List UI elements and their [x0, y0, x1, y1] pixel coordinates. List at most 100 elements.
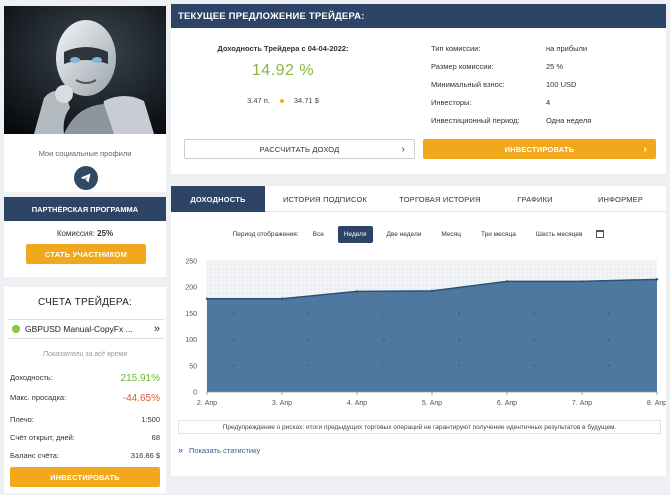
partner-program-card: ПАРТНЁРСКАЯ ПРОГРАММА Комиссия: 25% СТАТ… — [4, 197, 166, 277]
calculate-income-label: РАССЧИТАТЬ ДОХОД — [259, 144, 340, 154]
telegram-icon[interactable] — [74, 166, 98, 190]
metric-label: Макс. просадка: — [10, 393, 67, 402]
offer-detail-value: 4 — [546, 98, 551, 107]
calculate-income-button[interactable]: РАССЧИТАТЬ ДОХОД › — [184, 139, 415, 159]
metric-label: Доходность: — [10, 373, 53, 382]
x-tick-label: 7. Апр — [572, 400, 592, 407]
metric-value: 1:500 — [141, 415, 160, 424]
metric-days-open: Счёт открыт, дней: 68 — [10, 433, 160, 442]
offer-detail-key: Размер комиссии: — [431, 62, 494, 71]
grid-dot — [608, 312, 610, 315]
metric-drawdown: Макс. просадка: -44.65% — [10, 393, 160, 404]
invest-button[interactable]: ИНВЕСТИРОВАТЬ › — [423, 139, 656, 159]
period-month[interactable]: Месяц — [435, 226, 467, 243]
grid-dot — [383, 338, 385, 341]
chevron-right-icon: › — [401, 143, 405, 155]
data-point — [355, 290, 359, 293]
calendar-icon[interactable] — [596, 230, 605, 238]
grid-dot — [533, 365, 535, 367]
period-all[interactable]: Все — [307, 226, 330, 243]
grid-dot — [533, 338, 535, 341]
grid-dot — [308, 365, 310, 367]
period-label: Период отображения: — [232, 230, 299, 238]
metric-label: Счёт открыт, дней: — [10, 433, 75, 442]
data-point — [505, 280, 509, 283]
period-six-months[interactable]: Шесть месяцев — [530, 226, 589, 243]
metric-leverage: Плечо: 1:500 — [10, 415, 160, 424]
risk-warning: Предупреждение о рисках: итоги предыдущи… — [178, 420, 661, 434]
tab-bar: ДОХОДНОСТЬ ИСТОРИЯ ПОДПИСОК ТОРГОВАЯ ИСТ… — [171, 186, 666, 212]
grid-dot — [458, 365, 460, 367]
partner-commission-value: 25% — [97, 229, 114, 238]
grid-dot — [608, 365, 610, 367]
offer-detail-key: Тип комиссии: — [431, 44, 481, 53]
partner-commission: Комиссия: 25% — [4, 229, 166, 238]
y-tick-label: 150 — [185, 311, 197, 318]
x-tick-label: 4. Апр — [347, 400, 367, 407]
offer-detail-value: 25 % — [546, 62, 564, 71]
x-tick-label: 2. Апр — [197, 400, 217, 407]
grid-dot — [383, 365, 385, 367]
partner-program-title: ПАРТНЁРСКАЯ ПРОГРАММА — [4, 197, 166, 221]
tab-charts[interactable]: ГРАФИКИ — [495, 186, 575, 212]
metric-yield: Доходность: 215.91% — [10, 373, 160, 384]
offer-yield-value: 14.92 % — [251, 62, 315, 79]
tab-yield[interactable]: ДОХОДНОСТЬ — [171, 186, 265, 212]
grid-dot — [458, 312, 460, 315]
offer-title: ТЕКУЩЕЕ ПРЕДЛОЖЕНИЕ ТРЕЙДЕРА: — [171, 4, 666, 28]
data-point — [580, 280, 584, 283]
grid-dot — [233, 312, 235, 315]
period-three-months[interactable]: Три месяца — [475, 226, 522, 243]
metric-label: Баланс счёта: — [10, 451, 59, 460]
account-selector[interactable]: GBPUSD Manual-CopyFx ... » — [8, 319, 164, 339]
x-tick-label: 3. Апр — [272, 400, 292, 407]
metric-value: 215.91% — [120, 373, 160, 384]
offer-yield-label: Доходность Трейдера с 04-04-2022: — [217, 44, 349, 53]
offer-points: 3.47 п. — [247, 96, 270, 105]
x-tick-label: 5. Апр — [422, 400, 442, 407]
yield-chart: 0 50 100 150 200 250 2. Апр 3. Апр 4. Апр 5. Апр 6… — [185, 259, 666, 408]
metrics-caption: Показатели за всё время — [42, 351, 128, 358]
offer-detail-key: Минимальный взнос: — [431, 80, 505, 89]
period-week[interactable]: Неделя — [337, 225, 373, 243]
account-name: GBPUSD Manual-CopyFx ... — [25, 324, 133, 334]
grid-dot — [608, 338, 610, 341]
data-point — [655, 278, 659, 281]
grid-dot — [383, 312, 385, 315]
chevron-right-icon: › — [643, 143, 647, 155]
performance-card: ДОХОДНОСТЬ ИСТОРИЯ ПОДПИСОК ТОРГОВАЯ ИСТ… — [171, 186, 666, 476]
offer-detail-key: Инвесторы: — [431, 98, 472, 107]
trader-avatar — [4, 6, 166, 134]
x-tick-label: 8. Апр — [647, 400, 666, 407]
offer-profit-summary: 3.47 п. 34.71 $ — [183, 96, 383, 105]
trader-accounts-title: СЧЕТА ТРЕЙДЕРА: — [38, 297, 132, 308]
trader-accounts-card: СЧЕТА ТРЕЙДЕРА: GBPUSD Manual-CopyFx ...… — [4, 287, 166, 493]
double-chevron-right-icon[interactable]: » — [154, 323, 160, 335]
tab-trade-history[interactable]: ТОРГОВАЯ ИСТОРИЯ — [385, 186, 495, 212]
partner-commission-label: Комиссия: — [56, 229, 95, 238]
grid-dot — [308, 312, 310, 315]
y-tick-label: 250 — [185, 259, 197, 266]
data-point — [430, 289, 434, 293]
grid-dot — [458, 338, 460, 341]
grid-dot — [233, 338, 235, 341]
show-statistics-link[interactable]: » Показать статистику — [178, 445, 260, 455]
metric-value: -44.65% — [122, 393, 160, 404]
invest-button-account[interactable]: ИНВЕСТИРОВАТЬ — [10, 467, 160, 487]
offer-usd: 34.71 $ — [293, 96, 319, 105]
tab-subscription-history[interactable]: ИСТОРИЯ ПОДПИСОК — [265, 186, 385, 212]
social-profiles-label: Мои социальные профили — [38, 149, 132, 158]
metric-value: 316.86 $ — [130, 451, 160, 460]
profile-card: Мои социальные профили — [4, 6, 166, 192]
y-tick-label: 200 — [185, 285, 197, 292]
grid-dot — [233, 365, 235, 367]
y-tick-label: 50 — [189, 363, 197, 370]
show-statistics-label: Показать статистику — [189, 445, 261, 455]
become-member-button[interactable]: СТАТЬ УЧАСТНИКОМ — [26, 244, 146, 264]
invest-label: ИНВЕСТИРОВАТЬ — [504, 144, 575, 154]
trader-offer-card: ТЕКУЩЕЕ ПРЕДЛОЖЕНИЕ ТРЕЙДЕРА: Доходность… — [171, 4, 666, 174]
tab-informer[interactable]: ИНФОРМЕР — [575, 186, 666, 212]
offer-detail-value: на прибыли — [546, 44, 588, 53]
data-point — [280, 297, 284, 300]
period-two-weeks[interactable]: Две недели — [381, 226, 428, 243]
